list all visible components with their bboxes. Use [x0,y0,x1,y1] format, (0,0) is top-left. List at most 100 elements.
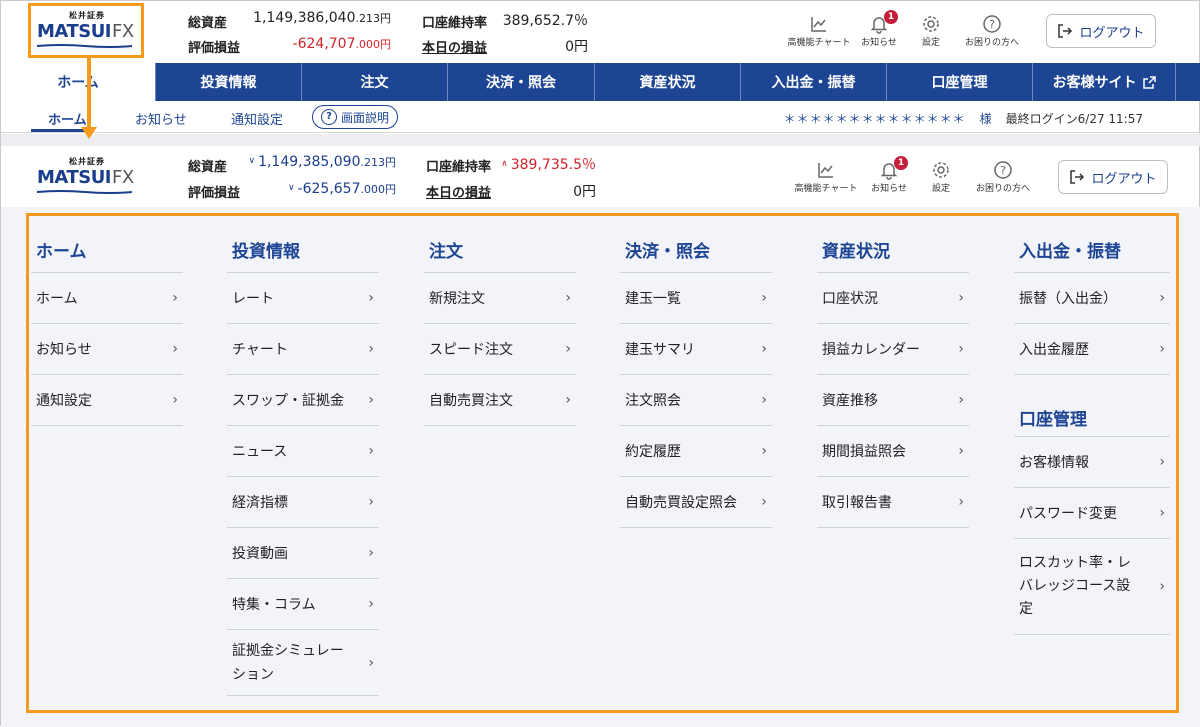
nav-deposit[interactable]: 入出金・振替 [741,63,887,101]
menu-item[interactable]: 期間損益照会 › [817,426,969,477]
today-pl-label[interactable]: 本日の損益 [426,182,491,201]
settings-tool[interactable]: 設定 [896,13,966,48]
menu-item[interactable]: スワップ・証拠金 › [227,375,379,426]
total-assets-value: ∨ 1,149,385,090.213円 [248,154,396,170]
nav-settle[interactable]: 決済・照会 [448,63,595,101]
help-tool[interactable]: ? お困りの方へ [968,159,1038,194]
chevron-right-icon: › [958,341,964,357]
chevron-right-icon: › [1159,505,1165,521]
menu-col-title: 口座管理 [1014,389,1170,437]
menu-item[interactable]: 口座状況 › [817,273,969,324]
menu-item[interactable]: 建玉一覧 › [620,273,772,324]
menu-item[interactable]: 投資動画 › [227,528,379,579]
logo[interactable]: 松井証券 MATSUIFX [31,155,143,199]
nav-account[interactable]: 口座管理 [887,63,1033,101]
logout-label: ログアウト [1079,25,1145,41]
nav-invest[interactable]: 投資情報 [156,63,302,101]
menu-col-order: 注文 新規注文 › スピード注文 › 自動売買注文 › [424,225,576,426]
chevron-right-icon: › [761,392,767,408]
nav-order[interactable]: 注文 [302,63,448,101]
up-arrow-icon: ∧ [501,159,508,169]
nav-customer-site[interactable]: お客様サイト [1033,63,1176,101]
sub-nav: ホーム お知らせ 通知設定 ? 画面説明 ＊＊＊＊＊＊＊＊＊＊＊＊＊＊ 様最終ログ… [1,101,1200,133]
menu-item[interactable]: 経済指標 › [227,477,379,528]
menu-item[interactable]: お知らせ › [31,324,183,375]
logout-button[interactable]: ログアウト [1046,14,1156,48]
chart-icon [811,17,826,32]
logout-icon [1058,24,1073,38]
today-pl-value: 0円 [573,184,596,200]
today-pl-label[interactable]: 本日の損益 [422,37,487,56]
help-tool-label: お困りの方へ [964,38,1019,48]
menu-col-title: 資産状況 [817,225,969,273]
help-tool[interactable]: ? お困りの方へ [957,13,1027,48]
menu-item[interactable]: 入出金履歴 › [1014,324,1170,375]
chevron-right-icon: › [958,392,964,408]
menu-item[interactable]: 損益カレンダー › [817,324,969,375]
chevron-right-icon: › [1159,454,1165,470]
notice-tool-label: お知らせ [871,184,907,194]
menu-item[interactable]: 取引報告書 › [817,477,969,528]
menu-item[interactable]: チャート › [227,324,379,375]
menu-item[interactable]: スピード注文 › [424,324,576,375]
logout-label: ログアウト [1091,171,1157,187]
chevron-right-icon: › [958,443,964,459]
menu-item[interactable]: ホーム › [31,273,183,324]
annotation-arrow-head [81,127,97,139]
chart-icon [818,163,833,178]
nav-home[interactable]: ホーム [1,63,156,101]
menu-item[interactable]: 建玉サマリ › [620,324,772,375]
menu-item[interactable]: 新規注文 › [424,273,576,324]
nav-assets[interactable]: 資産状況 [595,63,741,101]
chevron-right-icon: › [1159,578,1165,594]
screen-help-button[interactable]: ? 画面説明 [312,105,399,129]
chart-tool[interactable]: 高機能チャート [791,159,861,194]
menu-item[interactable]: 自動売買注文 › [424,375,576,426]
menu-item[interactable]: ロスカット率・レバレッジコース設定 › [1014,539,1170,635]
menu-item[interactable]: 注文照会 › [620,375,772,426]
last-login: 最終ログイン6/27 11:57 [1005,112,1143,126]
menu-col-title: 投資情報 [227,225,379,273]
menu-item[interactable]: お客様情報 › [1014,437,1170,488]
logout-button[interactable]: ログアウト [1058,160,1168,194]
menu-item[interactable]: 証拠金シミュレーション › [227,630,379,696]
logout-icon [1070,170,1085,184]
menu-item[interactable]: 通知設定 › [31,375,183,426]
settings-tool-label: 設定 [921,38,940,48]
logo-main: MATSUIFX [37,167,134,188]
menu-item[interactable]: 自動売買設定照会 › [620,477,772,528]
annotation-arrow [87,57,91,129]
question-icon: ? [983,15,1001,33]
user-name-masked: ＊＊＊＊＊＊＊＊＊＊＊＊＊＊ [783,112,966,126]
menu-item[interactable]: 約定履歴 › [620,426,772,477]
menu-item[interactable]: 特集・コラム › [227,579,379,630]
notice-tool-label: お知らせ [861,38,897,48]
margin-rate-label: 口座維持率 [426,160,492,175]
chevron-right-icon: › [368,654,374,671]
logo-sub: 松井証券 [69,156,105,166]
menu-item[interactable]: パスワード変更 › [1014,488,1170,539]
chevron-right-icon: › [172,392,178,408]
total-assets-label: 総資産 [188,16,228,31]
menu-item[interactable]: 振替（入出金） › [1014,273,1170,324]
menu-item[interactable]: レート › [227,273,379,324]
chart-tool-label: 高機能チャート [794,184,858,194]
chevron-right-icon: › [958,494,964,510]
header-bottom: 松井証券 MATSUIFX 総資産 ∨ 1,149,385,090.213円 評価… [1,147,1200,207]
unrealized-label: 評価損益 [188,41,241,56]
today-pl-value: 0円 [565,39,588,55]
subnav-home[interactable]: ホーム [48,109,87,128]
menu-item[interactable]: 資産推移 › [817,375,969,426]
screen-help-label: 画面説明 [341,110,390,125]
subnav-notice[interactable]: お知らせ [135,109,187,128]
subnav-notify-settings[interactable]: 通知設定 [231,109,283,128]
menu-col-deposit: 入出金・振替 振替（入出金） › 入出金履歴 › 口座管理 お客様情報 › パスワード… [1014,225,1170,635]
chevron-right-icon: › [368,392,374,408]
user-suffix: 様 [979,112,992,126]
chevron-right-icon: › [368,290,374,306]
settings-tool[interactable]: 設定 [906,159,976,194]
down-arrow-icon: ∨ [287,183,295,193]
menu-item[interactable]: ニュース › [227,426,379,477]
menu-col-home: ホーム ホーム › お知らせ › 通知設定 › [31,225,183,426]
menu-col-title: 注文 [424,225,576,273]
